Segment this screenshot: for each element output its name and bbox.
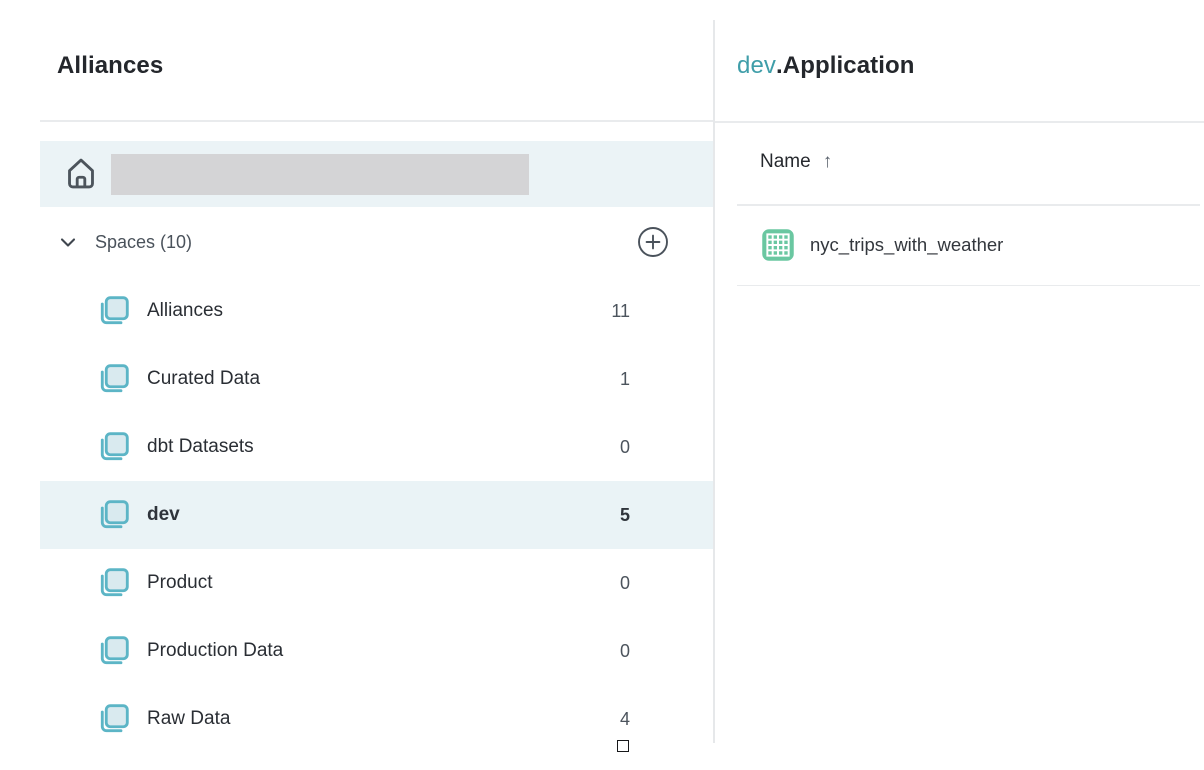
spaces-section-header: Spaces (10) xyxy=(40,217,713,267)
space-count: 0 xyxy=(620,641,630,662)
space-icon xyxy=(95,700,133,738)
space-count: 5 xyxy=(620,505,630,526)
home-icon xyxy=(62,155,100,193)
table-dataset-icon xyxy=(760,227,796,263)
name-column-header[interactable]: Name ↑ xyxy=(760,146,832,178)
sidebar-item-dbt-datasets[interactable]: dbt Datasets 0 xyxy=(40,413,713,481)
breadcrumb-space-link[interactable]: dev xyxy=(737,52,776,79)
spaces-list: Alliances 11 Curated Data 1 dbt Datasets xyxy=(40,277,713,753)
sort-ascending-icon: ↑ xyxy=(823,151,833,173)
space-icon xyxy=(95,360,133,398)
panel-header-divider xyxy=(715,121,1204,123)
add-space-button[interactable] xyxy=(637,226,669,258)
space-label: Raw Data xyxy=(147,708,230,730)
sidebar-item-alliances[interactable]: Alliances 11 xyxy=(40,277,713,345)
space-label: Curated Data xyxy=(147,368,260,390)
spaces-section-label: Spaces (10) xyxy=(95,232,192,253)
space-icon xyxy=(95,564,133,602)
sidebar-title-divider xyxy=(40,120,713,122)
space-icon xyxy=(95,292,133,330)
name-column-label: Name xyxy=(760,151,811,173)
space-count: 0 xyxy=(620,437,630,458)
space-label: Alliances xyxy=(147,300,223,322)
panel-divider xyxy=(713,20,715,743)
space-label: dbt Datasets xyxy=(147,436,254,458)
redacted-text-placeholder xyxy=(111,154,529,195)
space-count: 11 xyxy=(611,301,630,322)
space-count: 4 xyxy=(620,709,630,730)
space-label: dev xyxy=(147,504,180,526)
sidebar-item-product[interactable]: Product 0 xyxy=(40,549,713,617)
sidebar-title: Alliances xyxy=(57,52,163,80)
small-square-marker xyxy=(617,740,629,752)
space-icon xyxy=(95,496,133,534)
breadcrumb-separator: . xyxy=(776,52,783,79)
spaces-sidebar: Alliances Spaces (10) xyxy=(0,0,713,770)
breadcrumb-entity: Application xyxy=(783,52,915,79)
space-icon xyxy=(95,632,133,670)
space-label: Production Data xyxy=(147,640,283,662)
space-icon xyxy=(95,428,133,466)
sidebar-item-curated-data[interactable]: Curated Data 1 xyxy=(40,345,713,413)
sidebar-item-production-data[interactable]: Production Data 0 xyxy=(40,617,713,685)
space-count: 0 xyxy=(620,573,630,594)
space-count: 1 xyxy=(620,369,630,390)
sidebar-item-raw-data[interactable]: Raw Data 4 xyxy=(40,685,713,753)
dataset-name: nyc_trips_with_weather xyxy=(810,234,1003,256)
home-row[interactable] xyxy=(40,141,713,207)
table-row[interactable]: nyc_trips_with_weather xyxy=(737,205,1200,286)
chevron-down-icon[interactable] xyxy=(56,230,80,254)
sidebar-item-dev[interactable]: dev 5 xyxy=(40,481,713,549)
breadcrumb: dev.Application xyxy=(737,52,915,80)
space-label: Product xyxy=(147,572,212,594)
